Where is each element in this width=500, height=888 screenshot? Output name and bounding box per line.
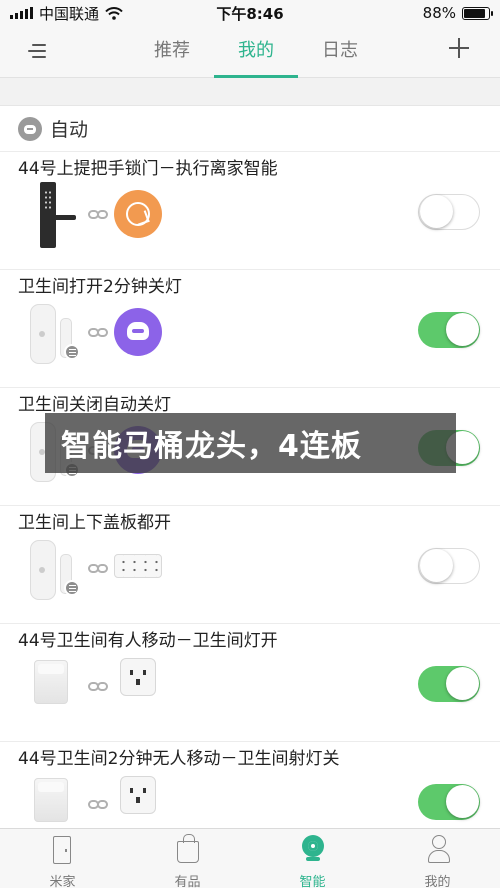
scene-action-icon xyxy=(114,190,162,238)
tab-youpin[interactable]: 有品 xyxy=(125,829,250,888)
profile-icon xyxy=(428,835,450,865)
door-sensor-icon xyxy=(30,304,56,364)
section-title: 自动 xyxy=(50,119,89,141)
tab-label: 我的 xyxy=(424,875,451,888)
bottom-tab-bar: 米家 有品 智能 我的 xyxy=(0,828,500,888)
link-icon xyxy=(88,210,108,220)
power-strip-icon xyxy=(114,554,162,578)
door-lock-icon xyxy=(40,182,76,248)
automation-title: 44号卫生间有人移动－卫生间灯开 xyxy=(18,631,278,651)
robot-icon xyxy=(18,116,42,141)
automation-devices xyxy=(26,182,176,258)
automation-title: 卫生间上下盖板都开 xyxy=(18,513,171,533)
wifi-icon xyxy=(105,6,123,20)
top-nav: 推荐 我的 日志 xyxy=(0,26,500,78)
tab-label: 有品 xyxy=(174,875,201,888)
menu-icon[interactable] xyxy=(28,41,50,61)
status-left: 中国联通 xyxy=(10,3,123,24)
list-badge-icon xyxy=(64,344,80,360)
section-header: 自动 xyxy=(0,106,500,152)
automation-devices xyxy=(26,300,176,376)
automation-title: 44号卫生间2分钟无人移动－卫生间射灯关 xyxy=(18,749,340,769)
link-icon xyxy=(88,328,108,338)
link-icon xyxy=(88,564,108,574)
automation-toggle[interactable] xyxy=(418,312,480,348)
section-divider xyxy=(0,78,500,106)
tab-smart[interactable]: 智能 xyxy=(250,829,375,888)
battery-icon xyxy=(462,6,493,20)
wall-outlet-icon xyxy=(120,776,156,814)
automation-toggle[interactable] xyxy=(418,784,480,820)
automation-item[interactable]: 44号卫生间有人移动－卫生间灯开 xyxy=(0,624,500,742)
shopping-bag-icon xyxy=(177,834,199,863)
signal-icon xyxy=(10,7,33,19)
wall-outlet-icon xyxy=(120,658,156,696)
automation-title: 卫生间打开2分钟关灯 xyxy=(18,277,182,297)
tab-recommend[interactable]: 推荐 xyxy=(130,26,214,78)
overlay-text: 智能马桶龙头，4连板 xyxy=(61,429,362,464)
automation-toggle[interactable] xyxy=(418,548,480,584)
status-right: 88% xyxy=(422,4,493,22)
tab-profile[interactable]: 我的 xyxy=(375,829,500,888)
automation-devices xyxy=(26,536,176,612)
tab-log[interactable]: 日志 xyxy=(298,26,382,78)
add-icon[interactable] xyxy=(448,37,470,59)
overlay-banner: 智能马桶龙头，4连板 xyxy=(45,413,456,473)
motion-sensor-icon xyxy=(34,778,68,822)
battery-percent: 88% xyxy=(422,4,456,22)
automation-list: 44号上提把手锁门－执行离家智能 卫生间打开2分钟关灯 卫生间关闭自动关灯 卫生… xyxy=(0,152,500,860)
battery-level xyxy=(464,8,486,18)
automation-toggle[interactable] xyxy=(418,194,480,230)
automation-toggle[interactable] xyxy=(418,666,480,702)
nav-tabs: 推荐 我的 日志 xyxy=(130,26,382,78)
tab-label: 米家 xyxy=(49,875,76,888)
automation-item[interactable]: 卫生间打开2分钟关灯 xyxy=(0,270,500,388)
carrier-name: 中国联通 xyxy=(39,4,100,23)
automation-devices xyxy=(26,654,176,730)
link-icon xyxy=(88,682,108,692)
list-badge-icon xyxy=(64,580,80,596)
automation-item[interactable]: 44号上提把手锁门－执行离家智能 xyxy=(0,152,500,270)
link-icon xyxy=(88,800,108,810)
tab-label: 智能 xyxy=(299,875,326,888)
tab-mijia[interactable]: 米家 xyxy=(0,829,125,888)
automation-title: 卫生间关闭自动关灯 xyxy=(18,395,171,415)
tab-mine[interactable]: 我的 xyxy=(214,26,298,78)
door-sensor-icon xyxy=(30,540,56,600)
bot-action-icon xyxy=(114,308,162,356)
automation-title: 44号上提把手锁门－执行离家智能 xyxy=(18,159,278,179)
door-icon xyxy=(53,836,71,864)
automation-item[interactable]: 卫生间上下盖板都开 xyxy=(0,506,500,624)
motion-sensor-icon xyxy=(34,660,68,704)
status-bar: 中国联通 下午8:46 88% xyxy=(0,0,500,26)
camera-icon xyxy=(302,835,324,861)
